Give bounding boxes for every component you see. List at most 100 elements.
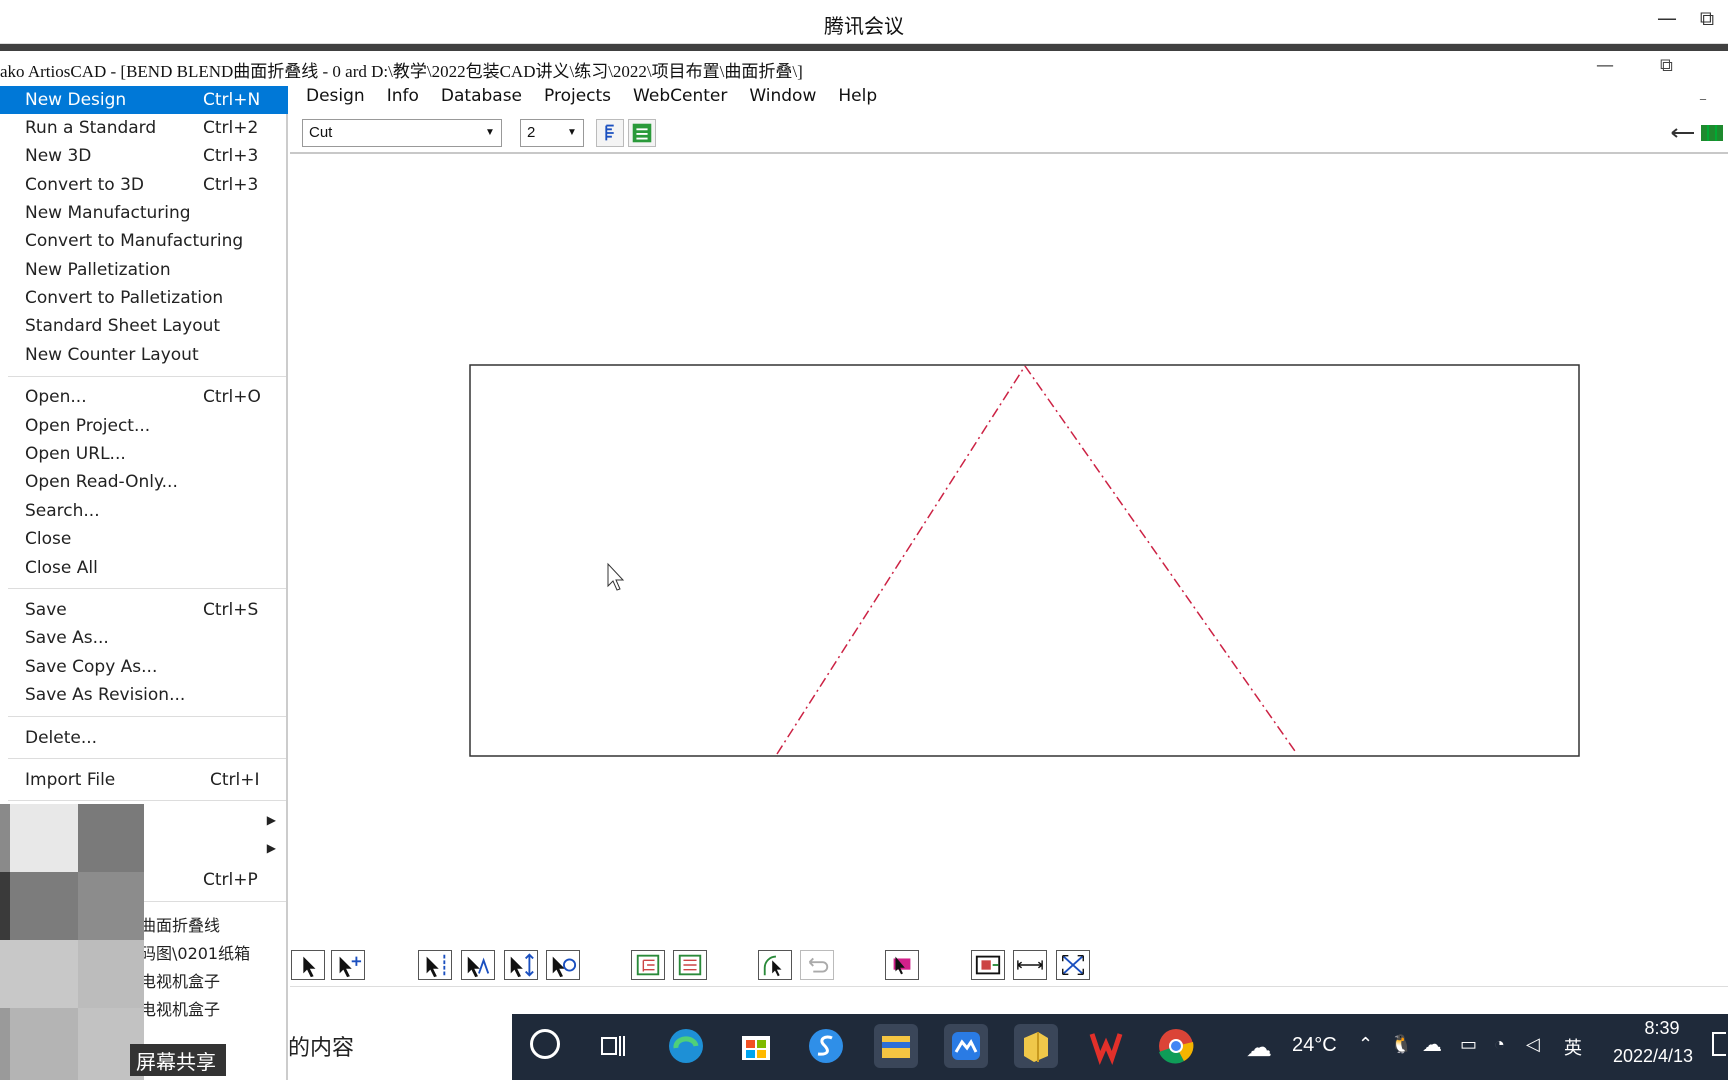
menu-item-convert-3d[interactable]: Convert to 3D Ctrl+3 — [0, 171, 288, 199]
recent-file[interactable]: 电视机盒子 — [140, 996, 220, 1020]
menu-projects[interactable]: Projects — [542, 86, 613, 106]
menu-item-save[interactable]: Save Ctrl+S — [0, 596, 288, 624]
recent-file[interactable]: 曲面折叠线 — [140, 912, 220, 936]
drawing-canvas[interactable] — [290, 156, 1728, 986]
recent-file[interactable]: 电视机盒子 — [140, 968, 220, 992]
arc-tool-icon[interactable] — [758, 950, 792, 980]
meeting-title-bar: 腾讯会议 — ⧉ — [0, 0, 1728, 44]
arrow-tool-icon[interactable] — [1668, 119, 1696, 147]
app-restore-button[interactable]: ⧉ — [1660, 55, 1673, 76]
clock-time[interactable]: 8:39 — [1622, 1018, 1702, 1039]
undo-tool-icon[interactable] — [800, 950, 834, 980]
select-transform-tool-icon[interactable] — [546, 950, 580, 980]
pointsize-select[interactable]: 2 ▼ — [520, 119, 584, 147]
outdent-tool-icon[interactable] — [673, 950, 707, 980]
menu-item-save-as-revision[interactable]: Save As Revision... — [0, 681, 288, 709]
edge-icon[interactable] — [664, 1024, 708, 1068]
menu-item-new-design[interactable]: New Design Ctrl+N — [0, 86, 288, 114]
select-tool-icon[interactable] — [291, 950, 325, 980]
notification-icon[interactable] — [1712, 1032, 1726, 1056]
status-bar — [290, 986, 1728, 1014]
menu-design[interactable]: Design — [304, 86, 367, 106]
menu-item-search[interactable]: Search... — [0, 497, 288, 525]
menu-item-open-project[interactable]: Open Project... — [0, 412, 288, 440]
menu-item-convert-palletization[interactable]: Convert to Palletization — [0, 284, 288, 312]
menu-item-new-3d[interactable]: New 3D Ctrl+3 — [0, 142, 288, 170]
crease-line-left — [776, 365, 1026, 755]
notification-text: 的内容 — [288, 1036, 355, 1061]
select-move-tool-icon[interactable] — [504, 950, 538, 980]
tencent-meeting-icon[interactable] — [944, 1024, 988, 1068]
menu-item-open[interactable]: Open... Ctrl+O — [0, 383, 288, 411]
chevron-right-icon: ▶ — [266, 841, 276, 855]
onedrive-icon[interactable]: ☁ — [1422, 1032, 1442, 1057]
menu-item-new-palletization[interactable]: New Palletization — [0, 256, 288, 284]
weather-temp[interactable]: 24°C — [1292, 1034, 1337, 1057]
tree-icon[interactable] — [628, 119, 656, 147]
clock-date[interactable]: 2022/4/13 — [1598, 1046, 1708, 1067]
store-icon[interactable] — [734, 1024, 778, 1068]
crease-line-right — [1024, 365, 1298, 755]
chevron-down-icon: ▼ — [485, 127, 495, 138]
file-explorer-icon[interactable] — [874, 1024, 918, 1068]
select-corner-tool-icon[interactable] — [461, 950, 495, 980]
linetype-select[interactable]: Cut ▼ — [302, 119, 502, 147]
meeting-restore-button[interactable]: ⧉ — [1692, 6, 1722, 30]
menu-item-import-file[interactable]: Import File Ctrl+I — [0, 766, 288, 794]
recent-file[interactable]: 码图\0201纸箱 — [140, 940, 250, 964]
volume-icon[interactable]: ◁ — [1526, 1034, 1540, 1055]
menu-item-open-read-only[interactable]: Open Read-Only... — [0, 468, 288, 496]
menu-item-save-copy-as[interactable]: Save Copy As... — [0, 653, 288, 681]
frame-tool-icon[interactable] — [971, 950, 1005, 980]
toolbar: Cut ▼ 2 ▼ — [290, 116, 1728, 154]
menu-item-open-url[interactable]: Open URL... — [0, 440, 288, 468]
battery-icon[interactable]: ▭ — [1460, 1034, 1477, 1055]
menu-item-new-counter-layout[interactable]: New Counter Layout — [0, 341, 288, 369]
artioscad-icon[interactable] — [1014, 1024, 1058, 1068]
mouse-cursor-icon — [607, 562, 625, 591]
menu-item-new-manufacturing[interactable]: New Manufacturing — [0, 199, 288, 227]
search-icon[interactable] — [530, 1029, 560, 1059]
meeting-minimize-button[interactable]: — — [1652, 6, 1682, 30]
menu-separator — [8, 376, 286, 377]
menu-item-convert-manufacturing[interactable]: Convert to Manufacturing — [0, 227, 288, 255]
app-minimize-button[interactable]: — — [1596, 55, 1614, 76]
flag-tool-icon[interactable] — [885, 950, 919, 980]
select-line-tool-icon[interactable] — [418, 950, 452, 980]
wifi-icon[interactable]: ◔ — [1494, 1034, 1505, 1055]
menu-item-delete[interactable]: Delete... — [0, 724, 288, 752]
menu-item-standard-sheet-layout[interactable]: Standard Sheet Layout — [0, 312, 288, 340]
menu-webcenter[interactable]: WebCenter — [631, 86, 729, 106]
select-plus-tool-icon[interactable] — [331, 950, 365, 980]
layer-icon[interactable] — [596, 119, 624, 147]
menu-bar: Design Info Database Projects WebCenter Windo… — [290, 86, 1728, 112]
menu-window[interactable]: Window — [747, 86, 818, 106]
linetype-value: Cut — [309, 124, 333, 141]
menu-help[interactable]: Help — [836, 86, 879, 106]
menu-info[interactable]: Info — [385, 86, 421, 106]
sogou-icon[interactable] — [804, 1024, 848, 1068]
menu-item-close[interactable]: Close — [0, 525, 288, 553]
taskbar: ☁ 24°C ⌃ 🐧 ☁ ▭ ◔ ◁ 英 8:39 2022/4/13 — [512, 1014, 1728, 1080]
chevron-right-icon: ▶ — [266, 813, 276, 827]
menu-item-save-as[interactable]: Save As... — [0, 624, 288, 652]
qq-icon[interactable]: 🐧 — [1390, 1034, 1412, 1055]
pointsize-value: 2 — [527, 124, 536, 141]
chevron-up-icon[interactable]: ⌃ — [1358, 1034, 1373, 1055]
menu-item-run-standard[interactable]: Run a Standard Ctrl+2 — [0, 114, 288, 142]
app-title: ako ArtiosCAD - [BEND BLEND曲面折叠线 - 0 ard… — [0, 62, 803, 81]
menu-database[interactable]: Database — [439, 86, 524, 106]
meeting-title: 腾讯会议 — [824, 14, 904, 38]
map-icon[interactable] — [1698, 119, 1726, 147]
share-border — [0, 44, 1728, 51]
mdi-minimize-icon[interactable]: _ — [1700, 86, 1706, 100]
wps-icon[interactable] — [1084, 1024, 1128, 1068]
ime-indicator[interactable]: 英 — [1564, 1034, 1582, 1060]
task-view-icon[interactable] — [592, 1024, 636, 1068]
dimension-tool-icon[interactable] — [1013, 950, 1047, 980]
menu-item-close-all[interactable]: Close All — [0, 554, 288, 582]
indent-tool-icon[interactable] — [631, 950, 665, 980]
weather-icon[interactable]: ☁ — [1246, 1032, 1272, 1063]
zoom-extents-icon[interactable] — [1056, 950, 1090, 980]
chrome-icon[interactable] — [1154, 1024, 1198, 1068]
